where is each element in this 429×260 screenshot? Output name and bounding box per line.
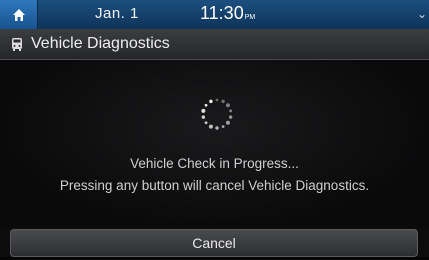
home-button[interactable] [0, 0, 38, 29]
title-bar: Vehicle Diagnostics [0, 29, 429, 60]
spinner-dot [209, 99, 213, 104]
spinner-dot [229, 109, 233, 113]
spinner-dot [215, 98, 219, 102]
spinner-dot [221, 125, 225, 129]
spinner-dot [215, 126, 219, 130]
status-date: Jan. 1 [95, 5, 139, 22]
status-ampm: PM [244, 14, 256, 21]
cancel-hint-message: Pressing any button will cancel Vehicle … [59, 178, 370, 193]
status-time-value: 11:30 [200, 3, 244, 23]
spinner-dot [228, 115, 233, 119]
status-message: Vehicle Check in Progress... [130, 156, 299, 171]
home-icon [13, 8, 25, 21]
spinner-dot [204, 121, 208, 125]
spinner-dot [221, 99, 225, 104]
status-time: 11:30PM [200, 3, 255, 24]
cancel-button[interactable]: Cancel [10, 229, 418, 257]
spinner-dot [208, 124, 213, 129]
vehicle-icon [12, 38, 22, 51]
spinner-dot [225, 103, 230, 108]
loading-spinner-icon [201, 98, 233, 130]
page-title: Vehicle Diagnostics [31, 35, 170, 52]
spinner-dot [201, 115, 206, 119]
spinner-dot [201, 108, 206, 113]
main-content: Vehicle Check in Progress... Pressing an… [0, 60, 429, 228]
spinner-dot [204, 103, 208, 107]
spinner-dot [225, 120, 230, 125]
chevron-down-icon[interactable]: ⌄ [417, 7, 427, 21]
status-bar: Jan. 1 11:30PM ⌄ [0, 0, 429, 29]
